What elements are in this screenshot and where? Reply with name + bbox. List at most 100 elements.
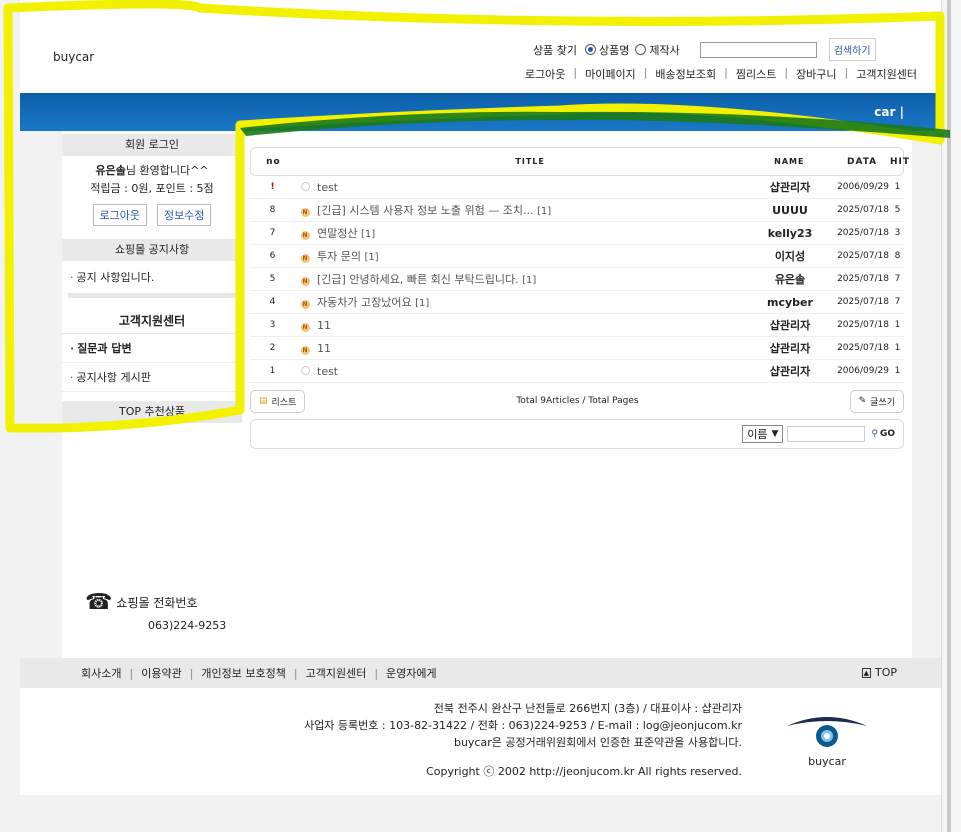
row-date: 2006/09/29 <box>837 366 889 376</box>
row-title[interactable]: 자동차가 고장났어요 [1] <box>315 294 745 310</box>
row-name: 유은솔 <box>774 273 806 286</box>
col-name: NAME <box>774 157 805 166</box>
phone-label: 쇼핑몰 전화번호 <box>116 596 198 610</box>
table-row[interactable]: 2 N 11 샵관리자 2025/07/18 1 <box>250 337 904 360</box>
row-no: ! <box>270 182 275 192</box>
col-date: DATA <box>847 156 878 167</box>
welcome-text: 님 환영합니다^^ <box>125 164 209 177</box>
footer-address: 전북 전주시 완산구 난전들로 266번지 (3층) / 대표이사 : 샵관리자 <box>433 702 742 715</box>
row-hit: 5 <box>894 205 901 215</box>
row-title[interactable]: [긴급] 시스템 사용자 정보 노출 위험 — 조치... [1] <box>315 202 745 218</box>
bullet-icon: · <box>70 371 74 384</box>
account-buttons: 로그아웃 정보수정 <box>62 204 242 226</box>
new-badge-icon: N <box>300 253 310 263</box>
edit-info-button[interactable]: 정보수정 <box>157 204 212 226</box>
row-no: 7 <box>269 228 276 238</box>
footer-nav: 회사소개 | 이용약관 | 개인정보 보호정책 | 고객지원센터 | 운영자에게 ▲ TO… <box>20 658 941 688</box>
notice-title: 쇼핑몰 공지사항 <box>62 239 242 261</box>
row-title[interactable]: [긴급] 안녕하세요, 빠른 회신 부탁드립니다. [1] <box>315 271 745 287</box>
board-footer: ▤ 리스트 Total 9Articles / Total Pages ✎ 글쓰기 <box>250 389 904 413</box>
notice-item[interactable]: · 공지 사항입니다. <box>62 261 242 293</box>
row-no: 1 <box>269 366 276 376</box>
list-icon: ▤ <box>259 396 268 406</box>
telephone-icon: ☎ <box>85 590 113 615</box>
row-name: 이지성 <box>774 250 806 263</box>
row-date: 2025/07/18 <box>837 343 889 353</box>
footer-link-support[interactable]: 고객지원센터 <box>298 665 375 681</box>
row-hit: 1 <box>894 182 901 192</box>
row-name: 샵관리자 <box>769 342 811 355</box>
row-date: 2025/07/18 <box>837 320 889 330</box>
table-row[interactable]: 4 N 자동차가 고장났어요 [1] mcyber 2025/07/18 7 <box>250 291 904 314</box>
row-no: 4 <box>269 297 276 307</box>
table-row[interactable]: 8 N [긴급] 시스템 사용자 정보 노출 위험 — 조치... [1] UUUU 2… <box>250 199 904 222</box>
phone-box: ☎ 쇼핑몰 전화번호 063)224-9253 <box>85 590 226 632</box>
table-row[interactable]: 5 N [긴급] 안녕하세요, 빠른 회신 부탁드립니다. [1] 유은솔 2025/0… <box>250 268 904 291</box>
row-hit: 3 <box>894 228 901 238</box>
row-title[interactable]: test <box>315 181 745 194</box>
row-title[interactable]: 11 <box>315 342 745 355</box>
comment-count: [1] <box>522 275 537 286</box>
row-title[interactable]: 11 <box>315 319 745 332</box>
search-field-select[interactable]: 이름 ▼ <box>742 425 784 443</box>
logout-button[interactable]: 로그아웃 <box>92 204 147 226</box>
footer-link-privacy[interactable]: 개인정보 보호정책 <box>193 665 293 681</box>
row-no: 8 <box>269 205 276 215</box>
category-car[interactable]: car | <box>874 105 904 119</box>
cs-item-notice-board[interactable]: · 공지사항 게시판 <box>62 363 242 392</box>
footer-logo: buycar <box>787 712 867 768</box>
board: no TITLE NAME DATA HIT ! test 샵관리자 2006/09… <box>250 147 911 449</box>
top-button[interactable]: ▲ TOP <box>861 666 897 679</box>
table-row[interactable]: 1 test 샵관리자 2006/09/29 1 <box>250 360 904 383</box>
col-no: no <box>266 156 281 167</box>
row-date: 2025/07/18 <box>837 274 889 284</box>
table-header: no TITLE NAME DATA HIT <box>250 147 911 176</box>
new-badge-icon: N <box>300 207 310 217</box>
footer-link-contact[interactable]: 운영자에게 <box>378 665 445 681</box>
bottom-margin <box>20 795 941 832</box>
go-button[interactable]: ⚲ GO <box>871 429 895 439</box>
table-row[interactable]: ! test 샵관리자 2006/09/29 1 <box>250 176 904 199</box>
total-text: Total 9Articles / Total Pages <box>516 396 639 406</box>
write-button[interactable]: ✎ 글쓰기 <box>849 389 904 413</box>
footer-business: 사업자 등록번호 : 103-82-31422 / 전화 : 063)224-9… <box>304 719 742 732</box>
row-hit: 1 <box>894 366 901 376</box>
table-row[interactable]: 6 N 투자 문의 [1] 이지성 2025/07/18 8 <box>250 245 904 268</box>
magnifier-icon: ⚲ <box>871 429 878 439</box>
welcome-box: 유은솔님 환영합니다^^ 적립금 : 0원, 포인트 : 5점 <box>62 162 242 198</box>
row-title[interactable]: 투자 문의 [1] <box>315 248 745 264</box>
row-name: 샵관리자 <box>769 181 811 194</box>
row-hit: 8 <box>894 251 901 261</box>
new-badge-icon: N <box>300 345 310 355</box>
footer-info: 전북 전주시 완산구 난전들로 266번지 (3층) / 대표이사 : 샵관리자… <box>20 700 742 780</box>
bullet-icon: · <box>70 271 74 284</box>
row-date: 2025/07/18 <box>837 205 889 215</box>
chevron-down-icon: ▼ <box>771 429 779 439</box>
row-title[interactable]: test <box>315 365 745 378</box>
footer-link-terms[interactable]: 이용약관 <box>133 665 189 681</box>
new-badge-icon: N <box>300 230 310 240</box>
scrollbar[interactable] <box>941 0 961 832</box>
row-hit: 1 <box>894 320 901 330</box>
list-button[interactable]: ▤ 리스트 <box>250 389 306 413</box>
scrollbar-thumb[interactable] <box>947 0 951 832</box>
row-title[interactable]: 연말정산 [1] <box>315 225 745 241</box>
footer-link-about[interactable]: 회사소개 <box>73 665 129 681</box>
table-row[interactable]: 3 N 11 샵관리자 2025/07/18 1 <box>250 314 904 337</box>
board-search-input[interactable] <box>787 426 866 442</box>
comment-count: [1] <box>415 298 430 309</box>
comment-count: [1] <box>536 206 552 217</box>
circle-icon <box>300 181 310 191</box>
table-row[interactable]: 7 N 연말정산 [1] kelly23 2025/07/18 3 <box>250 222 904 245</box>
comment-count: [1] <box>360 229 376 240</box>
row-date: 2025/07/18 <box>837 228 889 238</box>
login-title: 회원 로그인 <box>62 134 242 156</box>
cs-item-qna[interactable]: · 질문과 답변 <box>62 334 242 363</box>
bullet-icon: · <box>70 342 75 355</box>
category-bar: car | <box>20 93 941 131</box>
top-products-title: TOP 추천상품 <box>62 401 242 423</box>
col-hit: HIT <box>890 156 911 167</box>
row-hit: 7 <box>894 274 901 284</box>
new-badge-icon: N <box>300 299 310 309</box>
row-name: mcyber <box>767 295 813 309</box>
